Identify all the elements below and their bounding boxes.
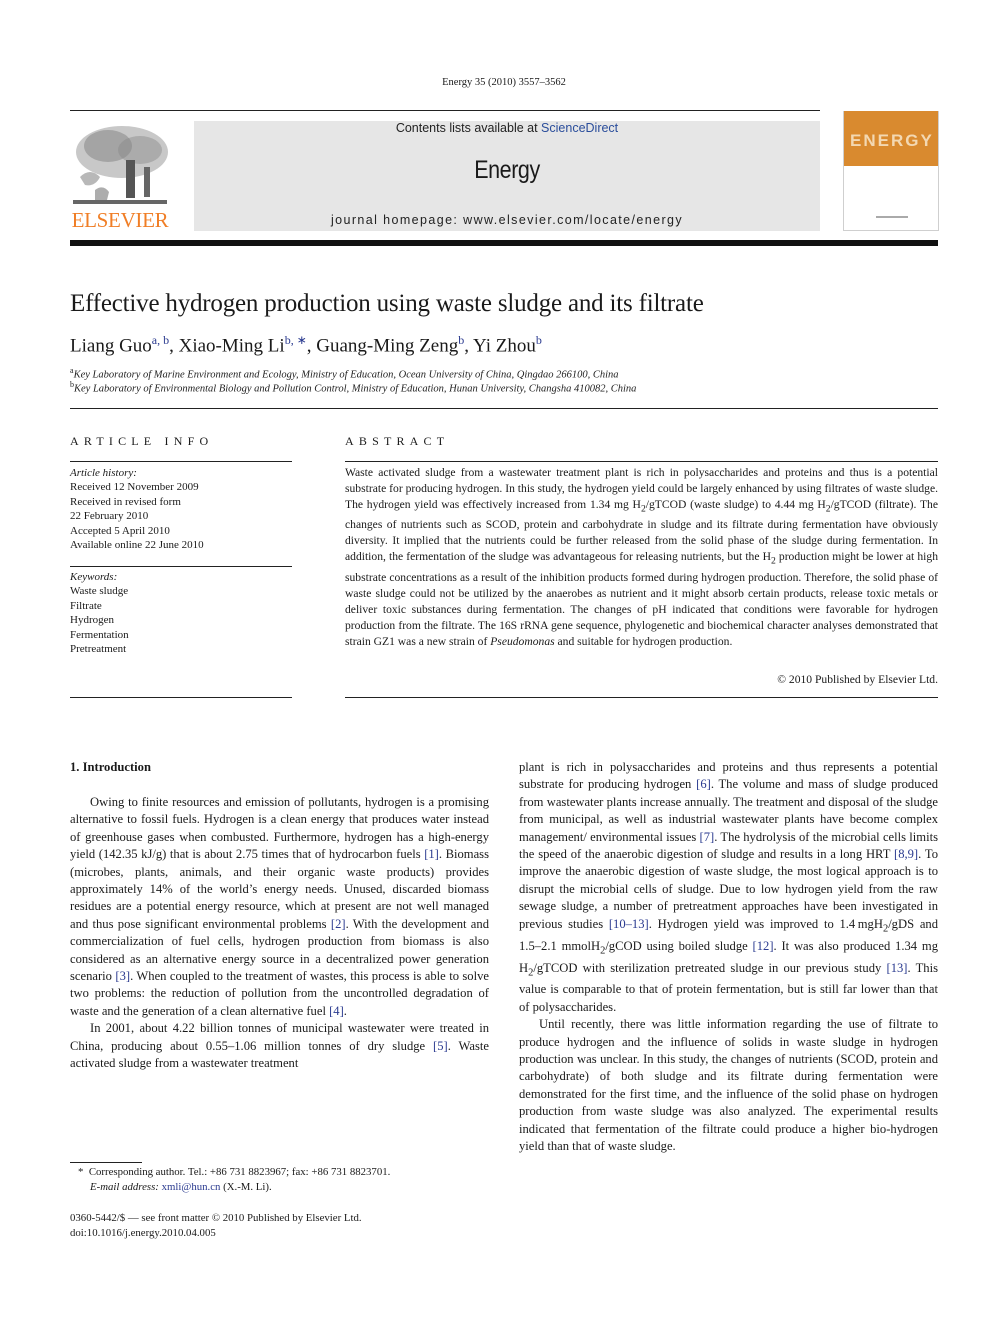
keywords-label: Keywords:	[70, 571, 118, 583]
author-name[interactable]: Liang Guo	[70, 335, 152, 356]
cover-title: ENERGY	[850, 131, 934, 150]
journal-cover-thumbnail[interactable]: ENERGY	[843, 111, 939, 231]
keyword: Hydrogen	[70, 614, 114, 627]
reference-link[interactable]: [3]	[115, 969, 130, 983]
divider	[70, 408, 938, 409]
issn-line: 0360-5442/$ — see front matter © 2010 Pu…	[70, 1212, 362, 1224]
doi[interactable]: doi:10.1016/j.energy.2010.04.005	[70, 1226, 362, 1241]
author-affil-mark[interactable]: b, ∗	[285, 333, 307, 347]
reference-link[interactable]: [5]	[433, 1039, 448, 1053]
front-matter: 0360-5442/$ — see front matter © 2010 Pu…	[70, 1211, 362, 1241]
reference-link[interactable]: [10–13]	[609, 917, 649, 931]
affiliation-b: bKey Laboratory of Environmental Biology…	[70, 380, 637, 395]
author-affil-mark[interactable]: a, b	[152, 333, 169, 347]
corresponding-author-footnote: * Corresponding author. Tel.: +86 731 88…	[78, 1166, 391, 1193]
author-list: Liang Guoa, b, Xiao-Ming Lib, ∗, Guang-M…	[70, 333, 542, 357]
reference-link[interactable]: [6]	[696, 777, 711, 791]
footnote-rule	[70, 1162, 142, 1163]
reference-link[interactable]: [12]	[753, 939, 774, 953]
history-item: Accepted 5 April 2010	[70, 524, 170, 537]
keyword: Waste sludge	[70, 585, 129, 598]
author-affil-mark[interactable]: b	[458, 333, 464, 347]
article-title: Effective hydrogen production using wast…	[70, 290, 704, 317]
tree-icon	[73, 126, 168, 204]
abstract-copyright: © 2010 Published by Elsevier Ltd.	[777, 673, 938, 686]
keyword: Fermentation	[70, 628, 129, 641]
journal-name: Energy	[474, 156, 540, 184]
keywords: Keywords: Waste sludge Filtrate Hydrogen…	[70, 570, 292, 656]
reference-link[interactable]: [13]	[887, 961, 908, 975]
journal-citation: Energy 35 (2010) 3557–3562	[442, 77, 566, 88]
section-heading-introduction: 1. Introduction	[70, 760, 151, 774]
journal-homepage[interactable]: journal homepage: www.elsevier.com/locat…	[194, 213, 820, 227]
email-link[interactable]: xmli@hun.cn	[162, 1181, 221, 1193]
divider	[70, 566, 292, 567]
paragraph-continued: plant is rich in polysaccharides and pro…	[519, 760, 939, 1014]
divider	[345, 697, 938, 698]
abstract-heading: ABSTRACT	[345, 434, 450, 448]
elsevier-wordmark: ELSEVIER	[71, 208, 169, 232]
article-history: Article history: Received 12 November 20…	[70, 466, 292, 552]
abstract-body: Waste activated sludge from a wastewater…	[345, 466, 938, 648]
contents-line: Contents lists available at ScienceDirec…	[395, 121, 619, 135]
reference-link[interactable]: [2]	[331, 917, 346, 931]
journal-banner: Contents lists available at ScienceDirec…	[194, 121, 820, 231]
history-label: Article history:	[70, 467, 137, 479]
author-name[interactable]: Guang-Ming Zeng	[316, 335, 458, 356]
keyword: Pretreatment	[70, 643, 127, 656]
article-info-heading: ARTICLE INFO	[70, 434, 214, 448]
keyword: Filtrate	[70, 599, 102, 612]
body-column-right: plant is rich in polysaccharides and pro…	[519, 759, 938, 1155]
reference-link[interactable]: [8,9]	[894, 847, 918, 861]
history-item: Available online 22 June 2010	[70, 539, 204, 552]
history-item: 22 February 2010	[70, 510, 149, 523]
sciencedirect-link[interactable]: ScienceDirect	[541, 121, 618, 135]
history-item: Received in revised form	[70, 495, 181, 508]
author-name[interactable]: Xiao-Ming Li	[179, 335, 285, 356]
author-affil-mark[interactable]: b	[536, 333, 542, 347]
paragraph: Until recently, there was little informa…	[519, 1017, 938, 1154]
header-rule	[70, 110, 820, 111]
paragraph: Owing to finite resources and emission o…	[70, 795, 489, 1018]
reference-link[interactable]: [7]	[700, 830, 715, 844]
history-item: Received 12 November 2009	[70, 481, 199, 494]
divider	[70, 461, 292, 462]
paragraph: In 2001, about 4.22 billion tonnes of mu…	[70, 1021, 489, 1071]
reference-link[interactable]: [4]	[329, 1004, 344, 1018]
reference-link[interactable]: [1]	[424, 847, 439, 861]
affiliation-a: aKey Laboratory of Marine Environment an…	[70, 366, 619, 381]
header-thick-rule	[70, 240, 938, 246]
author-name[interactable]: Yi Zhou	[473, 335, 536, 356]
body-column-left: Owing to finite resources and emission o…	[70, 794, 489, 1073]
divider	[70, 697, 292, 698]
divider	[345, 461, 938, 462]
cover-sciencedirect-mark	[872, 212, 912, 222]
